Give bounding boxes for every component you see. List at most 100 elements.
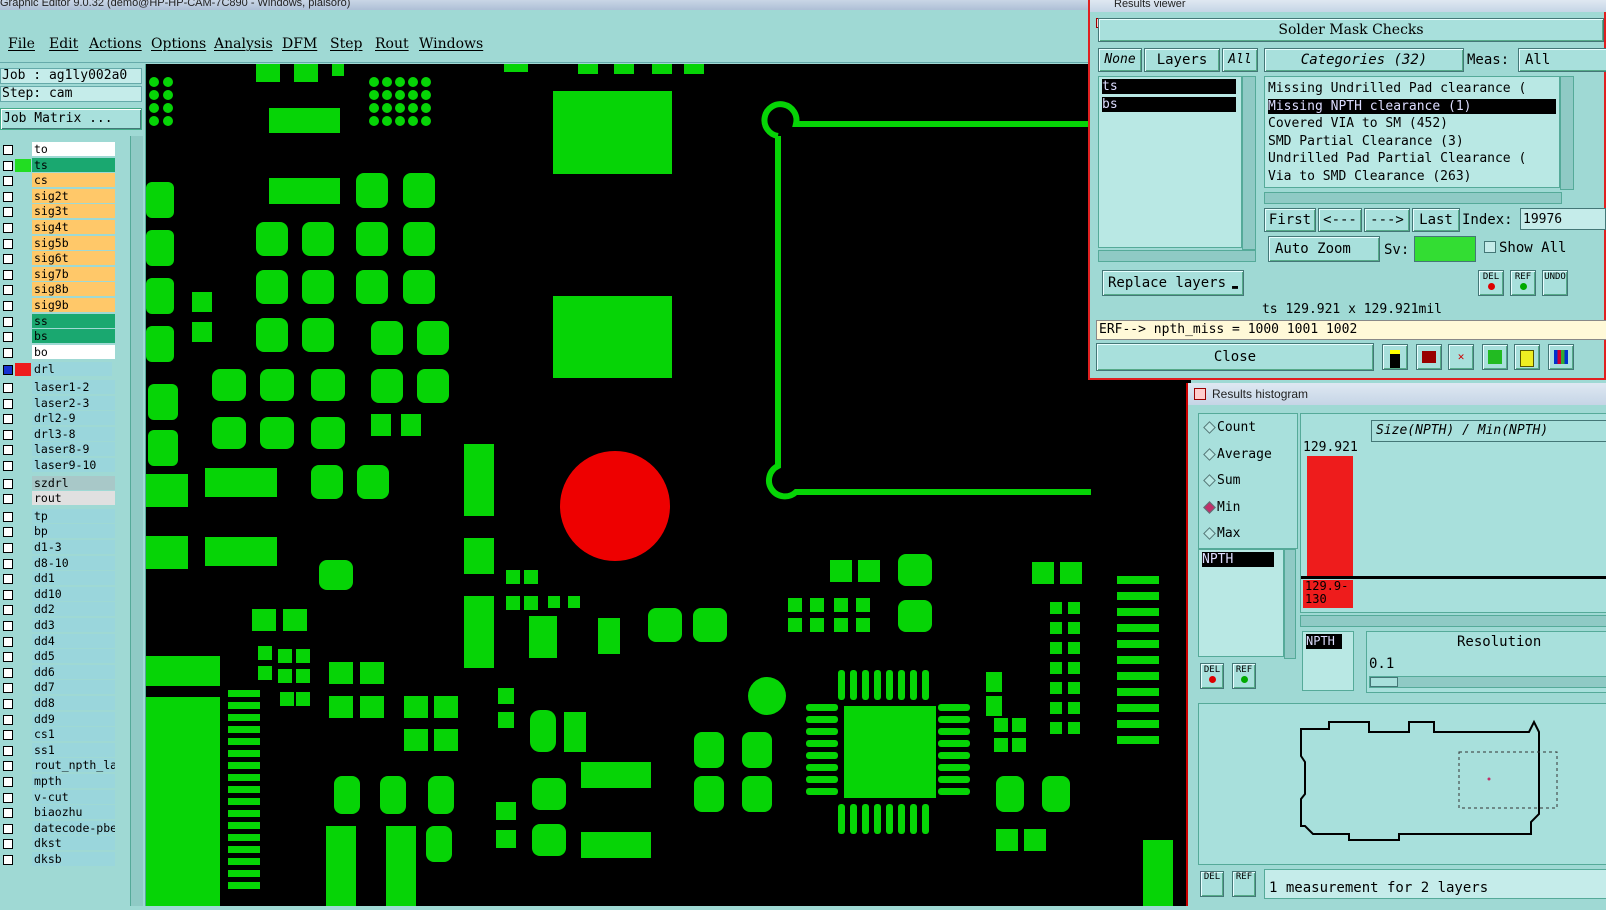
layer-row-drl2-9[interactable]: drl2-9: [0, 411, 115, 426]
layer-row-rout_npth_la[interactable]: rout_npth_la: [0, 758, 115, 773]
layer-color-swatch[interactable]: [15, 822, 31, 835]
layer-checkbox[interactable]: [3, 383, 13, 393]
category-item[interactable]: SMD Partial Clearance (3): [1268, 134, 1464, 149]
layer-row-dksb[interactable]: dksb: [0, 852, 115, 867]
layer-color-swatch[interactable]: [15, 330, 31, 343]
layer-checkbox[interactable]: [3, 269, 13, 280]
layer-color-swatch[interactable]: [15, 728, 31, 741]
layer-color-swatch[interactable]: [15, 541, 31, 554]
layer-checkbox[interactable]: [3, 621, 13, 631]
layer-row-tp[interactable]: tp: [0, 508, 115, 524]
layer-results-scrollbar[interactable]: [1242, 76, 1256, 250]
layer-checkbox[interactable]: [3, 176, 13, 187]
layer-color-swatch[interactable]: [15, 397, 31, 410]
board-preview[interactable]: [1198, 703, 1606, 865]
layer-row-sig9b[interactable]: sig9b: [0, 298, 115, 313]
layer-checkbox[interactable]: [3, 301, 13, 311]
layer-row-dd2[interactable]: dd2: [0, 602, 115, 617]
category-hscroll[interactable]: [1264, 192, 1562, 204]
layer-color-swatch[interactable]: [15, 346, 31, 359]
layer-color-swatch[interactable]: [15, 837, 31, 850]
histogram-layer-list[interactable]: NPTH: [1198, 549, 1284, 657]
layer-color-swatch[interactable]: [15, 412, 31, 425]
layer-row-dd10[interactable]: dd10: [0, 586, 115, 602]
category-list[interactable]: Missing Undrilled Pad clearance (Missing…: [1264, 76, 1560, 188]
layer-color-swatch[interactable]: [15, 697, 31, 710]
menu-analysis[interactable]: Analysis: [214, 36, 273, 52]
layer-color-swatch[interactable]: [15, 237, 31, 250]
layer-color-swatch[interactable]: [15, 381, 31, 394]
layer-color-swatch[interactable]: [15, 443, 31, 456]
hist-ref-button[interactable]: REF: [1232, 663, 1256, 689]
layer-row-laser2-3[interactable]: laser2-3: [0, 395, 115, 411]
layer-row-dd1[interactable]: dd1: [0, 571, 115, 586]
layer-checkbox[interactable]: [3, 777, 13, 787]
layer-checkbox[interactable]: [3, 558, 13, 569]
layer-color-swatch[interactable]: [15, 205, 31, 218]
layer-checkbox[interactable]: [3, 398, 13, 409]
layer-row-sig7b[interactable]: sig7b: [0, 266, 115, 282]
layer-checkbox[interactable]: [3, 714, 13, 725]
layer-row-d8-10[interactable]: d8-10: [0, 555, 115, 571]
last-button[interactable]: Last: [1412, 208, 1460, 232]
layer-row-laser9-10[interactable]: laser9-10: [0, 458, 115, 473]
layer-checkbox[interactable]: [3, 792, 13, 803]
layer-checkbox[interactable]: [3, 543, 13, 553]
first-button[interactable]: First: [1264, 208, 1316, 232]
meas-dropdown[interactable]: All: [1518, 48, 1606, 72]
category-item[interactable]: Via to SMD Clearance (263): [1268, 169, 1472, 184]
npth-highlight[interactable]: [560, 451, 670, 561]
layer-color-swatch[interactable]: [15, 775, 31, 788]
histogram-layer-scrollbar[interactable]: [1284, 549, 1296, 659]
histogram-icon[interactable]: [1548, 344, 1574, 370]
layer-checkbox[interactable]: [3, 699, 13, 709]
resolution-layer-npth[interactable]: NPTH: [1306, 634, 1342, 649]
layer-color-swatch[interactable]: [15, 459, 31, 472]
layer-row-ss1[interactable]: ss1: [0, 742, 115, 758]
resolution-slider[interactable]: [1369, 676, 1606, 688]
layer-checkbox[interactable]: [3, 445, 13, 456]
layer-row-bp[interactable]: bp: [0, 524, 115, 539]
layer-row-mpth[interactable]: mpth: [0, 774, 115, 789]
layer-checkbox[interactable]: [3, 527, 13, 538]
layer-color-swatch[interactable]: [15, 510, 31, 523]
layer-checkbox[interactable]: [3, 855, 13, 865]
next-button[interactable]: --->: [1364, 208, 1410, 232]
layer-checkbox[interactable]: [3, 347, 13, 358]
layer-row-laser8-9[interactable]: laser8-9: [0, 442, 115, 457]
layer-row-ss[interactable]: ss: [0, 313, 115, 329]
menu-options[interactable]: Options: [151, 36, 206, 52]
histogram-hscroll[interactable]: [1300, 615, 1606, 627]
layer-color-swatch[interactable]: [15, 650, 31, 663]
layer-checkbox[interactable]: [3, 636, 13, 647]
hist-del-button[interactable]: DEL: [1200, 663, 1224, 689]
layer-color-swatch[interactable]: [15, 588, 31, 601]
histogram-bar[interactable]: [1307, 456, 1353, 578]
layer-result-bs[interactable]: bs: [1102, 97, 1236, 112]
layer-checkbox[interactable]: [3, 223, 13, 233]
layer-checkbox[interactable]: [3, 254, 13, 265]
layer-color-swatch[interactable]: [15, 744, 31, 757]
layer-checkbox[interactable]: [3, 365, 13, 376]
layer-row-sig4t[interactable]: sig4t: [0, 220, 115, 235]
layer-checkbox[interactable]: [3, 285, 13, 296]
layer-checkbox[interactable]: [3, 207, 13, 218]
layer-color-swatch[interactable]: [15, 557, 31, 570]
mode-radio-min[interactable]: Min: [1203, 500, 1240, 515]
index-input[interactable]: [1520, 208, 1606, 230]
layer-result-ts[interactable]: ts: [1102, 79, 1236, 94]
layer-color-swatch[interactable]: [15, 853, 31, 866]
layer-checkbox[interactable]: [3, 730, 13, 741]
layer-color-swatch[interactable]: [15, 603, 31, 616]
layer-checkbox[interactable]: [3, 839, 13, 850]
layer-checkbox[interactable]: [3, 160, 13, 171]
preview-ref-button[interactable]: REF: [1232, 871, 1256, 897]
layer-color-swatch[interactable]: [15, 190, 31, 203]
layer-row-ts[interactable]: ts: [0, 157, 115, 173]
layer-checkbox[interactable]: [3, 683, 13, 694]
layer-row-dkst[interactable]: dkst: [0, 836, 115, 851]
layer-color-swatch[interactable]: [15, 477, 31, 490]
layer-checkbox[interactable]: [3, 238, 13, 249]
layer-checkbox[interactable]: [3, 332, 13, 343]
numbering-icon[interactable]: [1482, 344, 1508, 370]
